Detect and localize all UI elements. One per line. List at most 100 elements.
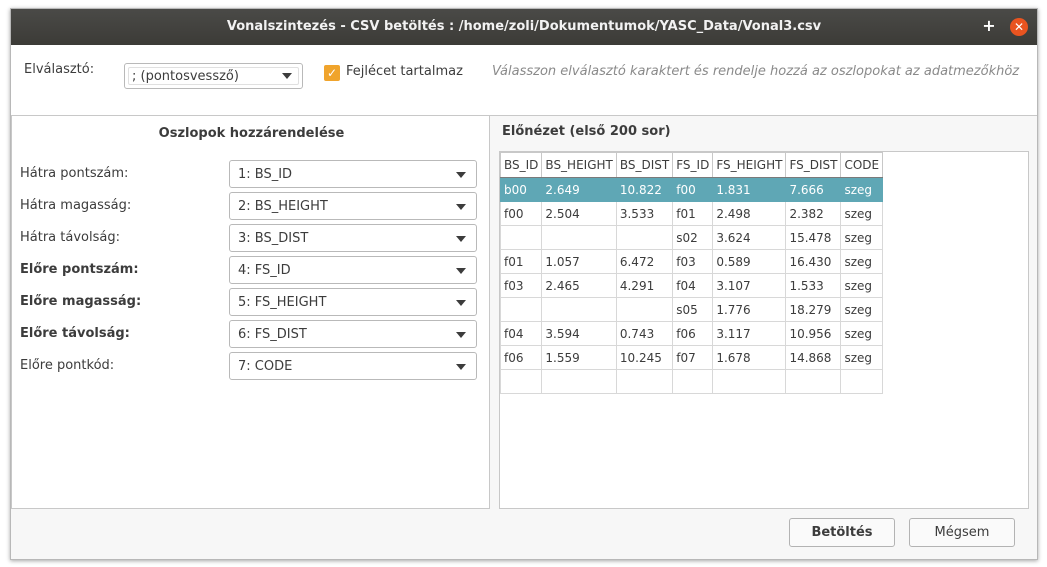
separator-select[interactable]: ; (pontosvessző) <box>124 63 303 89</box>
table-row[interactable]: b00 2.649 10.822 f00 1.831 7.666 szeg <box>499 177 884 202</box>
chevron-down-icon <box>456 364 466 370</box>
chevron-down-icon <box>456 172 466 178</box>
table-cell <box>712 369 787 394</box>
table-cell: 15.478 <box>785 225 842 250</box>
table-cell: 2.498 <box>712 201 787 226</box>
table-cell <box>672 369 714 394</box>
table-cell: f01 <box>672 201 714 226</box>
table-row[interactable]: s02 3.624 15.478 szeg <box>499 225 884 250</box>
table-cell: szeg <box>840 321 884 346</box>
table-cell <box>615 369 674 394</box>
table-row[interactable]: f00 2.504 3.533 f01 2.498 2.382 szeg <box>499 201 884 226</box>
table-cell: 16.430 <box>785 249 842 274</box>
table-cell: 3.624 <box>712 225 787 250</box>
column-header[interactable]: FS_DIST <box>785 152 842 178</box>
mapping-select[interactable]: 4: FS_ID <box>229 256 477 284</box>
table-cell: 14.868 <box>785 345 842 370</box>
table-cell: 1.678 <box>712 345 787 370</box>
table-cell: szeg <box>840 177 884 202</box>
column-header[interactable]: FS_HEIGHT <box>712 152 787 178</box>
maximize-icon[interactable]: + <box>979 15 999 37</box>
header-checkbox[interactable]: ✓ <box>324 65 340 81</box>
mapping-select-value: 4: FS_ID <box>238 263 291 278</box>
separator-select-value: ; (pontosvessző) <box>132 69 239 84</box>
column-header[interactable]: BS_ID <box>499 152 543 178</box>
table-row[interactable]: f03 2.465 4.291 f04 3.107 1.533 szeg <box>499 273 884 298</box>
table-cell: szeg <box>840 201 884 226</box>
table-row[interactable]: s05 1.776 18.279 szeg <box>499 297 884 322</box>
column-header[interactable]: FS_ID <box>672 152 714 178</box>
table-row[interactable]: f06 1.559 10.245 f07 1.678 14.868 szeg <box>499 345 884 370</box>
mapping-select-value: 2: BS_HEIGHT <box>238 199 328 214</box>
table-cell: 7.666 <box>785 177 842 202</box>
title-bar[interactable]: Vonalszintezés - CSV betöltés : /home/zo… <box>11 9 1037 45</box>
table-cell: f06 <box>499 345 543 370</box>
table-cell: f03 <box>672 249 714 274</box>
table-row[interactable]: f01 1.057 6.472 f03 0.589 16.430 szeg <box>499 249 884 274</box>
mapping-select-value: 7: CODE <box>238 359 293 374</box>
mapping-label: Hátra távolság: <box>20 230 120 245</box>
column-mapping-panel: Oszlopok hozzárendelése Hátra pontszám: 1… <box>11 115 490 509</box>
separator-label: Elválasztó: <box>24 62 95 77</box>
table-cell: szeg <box>840 225 884 250</box>
table-cell: szeg <box>840 273 884 298</box>
table-cell <box>615 225 674 250</box>
window-title: Vonalszintezés - CSV betöltés : /home/zo… <box>226 19 822 34</box>
close-icon[interactable]: ✕ <box>1010 18 1028 36</box>
table-cell: f07 <box>672 345 714 370</box>
table-cell: b00 <box>499 177 543 202</box>
table-cell: 3.533 <box>615 201 674 226</box>
load-button[interactable]: Betöltés <box>789 518 895 547</box>
table-cell: f03 <box>499 273 543 298</box>
chevron-down-icon <box>456 268 466 274</box>
table-cell: 4.291 <box>615 273 674 298</box>
table-cell: szeg <box>840 345 884 370</box>
table-cell: f01 <box>499 249 543 274</box>
cancel-button[interactable]: Mégsem <box>909 518 1015 547</box>
table-cell <box>499 225 543 250</box>
table-cell <box>499 369 543 394</box>
chevron-down-icon <box>456 236 466 242</box>
mapping-select-value: 3: BS_DIST <box>238 231 309 246</box>
table-cell: 2.504 <box>541 201 617 226</box>
column-header[interactable]: BS_DIST <box>615 152 674 178</box>
column-header[interactable]: CODE <box>840 152 884 178</box>
table-cell: f00 <box>672 177 714 202</box>
mapping-select[interactable]: 1: BS_ID <box>229 160 477 188</box>
table-cell: 2.649 <box>541 177 617 202</box>
table-cell <box>840 369 884 394</box>
table-header-row: BS_ID BS_HEIGHT BS_DIST FS_ID FS_HEIGHT FS_DI… <box>499 152 884 178</box>
table-cell: s02 <box>672 225 714 250</box>
mapping-label: Hátra magasság: <box>20 198 132 213</box>
table-cell: 0.589 <box>712 249 787 274</box>
mapping-label: Hátra pontszám: <box>20 166 129 181</box>
mapping-select[interactable]: 6: FS_DIST <box>229 320 477 348</box>
table-cell <box>541 369 617 394</box>
table-cell: 0.743 <box>615 321 674 346</box>
mapping-select[interactable]: 2: BS_HEIGHT <box>229 192 477 220</box>
table-cell: 10.956 <box>785 321 842 346</box>
table-cell: s05 <box>672 297 714 322</box>
mapping-select[interactable]: 3: BS_DIST <box>229 224 477 252</box>
chevron-down-icon <box>456 332 466 338</box>
table-row[interactable]: f04 3.594 0.743 f06 3.117 10.956 szeg <box>499 321 884 346</box>
header-checkbox-label[interactable]: Fejlécet tartalmaz <box>346 64 463 79</box>
mapping-select[interactable]: 7: CODE <box>229 352 477 380</box>
mapping-label: Előre távolság: <box>20 326 130 341</box>
hint-text: Válasszon elválasztó karaktert és rendel… <box>492 64 1020 79</box>
preview-table[interactable]: BS_ID BS_HEIGHT BS_DIST FS_ID FS_HEIGHT FS_DI… <box>499 152 884 394</box>
table-cell: 10.245 <box>615 345 674 370</box>
table-cell: 3.107 <box>712 273 787 298</box>
mapping-select-value: 6: FS_DIST <box>238 327 307 342</box>
table-row[interactable] <box>499 369 884 394</box>
table-cell: f00 <box>499 201 543 226</box>
column-header[interactable]: BS_HEIGHT <box>541 152 617 178</box>
mapping-select-value: 1: BS_ID <box>238 167 293 182</box>
table-cell: 2.465 <box>541 273 617 298</box>
mapping-select[interactable]: 5: FS_HEIGHT <box>229 288 477 316</box>
table-cell: 18.279 <box>785 297 842 322</box>
table-cell: 1.559 <box>541 345 617 370</box>
mapping-title: Oszlopok hozzárendelése <box>158 126 345 141</box>
table-cell: 3.594 <box>541 321 617 346</box>
preview-table-panel[interactable]: BS_ID BS_HEIGHT BS_DIST FS_ID FS_HEIGHT FS_DI… <box>499 151 1029 509</box>
